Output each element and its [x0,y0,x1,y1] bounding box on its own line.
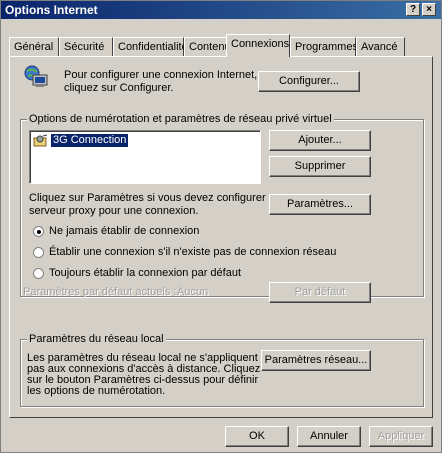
tab-programs[interactable]: Programmes [290,37,358,56]
radio-always-connect[interactable] [33,268,44,279]
radio-never-label[interactable]: Ne jamais établir de connexion [49,225,199,238]
radio-when-none-label[interactable]: Établir une connexion s'il n'existe pas … [49,246,336,259]
configure-button[interactable]: Configurer... [258,71,360,92]
setup-text-line2: cliquez sur Configurer. [64,82,174,94]
current-default-label: Paramètres par défaut actuels : [23,286,177,298]
connection-wizard-icon [24,65,50,89]
radio-always-label[interactable]: Toujours établir la connexion par défaut [49,267,241,280]
tab-privacy[interactable]: Confidentialité [113,37,188,56]
tab-connections[interactable]: Connexions [226,34,290,57]
dialup-group: Options de numérotation et paramètres de… [20,113,424,303]
lan-group-label: Paramètres du réseau local [27,333,166,345]
tab-advanced[interactable]: Avancé [356,37,405,56]
lan-text-line4: les options de numérotation. [27,385,166,397]
lan-group: Paramètres du réseau local Les paramètre… [20,333,424,407]
radio-connect-when-no-network[interactable] [33,247,44,258]
lan-settings-button[interactable]: Paramètres réseau... [261,350,371,371]
dialup-connection-icon [33,134,49,147]
remove-button[interactable]: Supprimer [269,156,371,177]
proxy-text-line2: serveur proxy pour une connexion. [29,205,199,217]
set-default-button[interactable]: Par défaut [269,282,371,303]
tab-content[interactable]: Contenu [184,37,231,56]
current-default-value: Aucun [177,286,209,298]
setup-text-line1: Pour configurer une connexion Internet, [64,69,258,81]
settings-button[interactable]: Paramètres... [269,194,371,215]
window-title: Options Internet [5,3,98,17]
title-bar[interactable]: Options Internet ? × [1,1,441,19]
add-button[interactable]: Ajouter... [269,130,371,151]
ok-button[interactable]: OK [225,426,289,447]
radio-never-connect[interactable] [33,226,44,237]
apply-button[interactable]: Appliquer [369,426,433,447]
internet-options-dialog: Options Internet ? × Général Sécurité Co… [0,0,442,453]
proxy-text-line1: Cliquez sur Paramètres si vous devez con… [29,192,281,204]
connection-name: 3G Connection [51,134,129,147]
close-button[interactable]: × [422,3,436,16]
tab-general[interactable]: Général [9,37,59,56]
help-button[interactable]: ? [406,3,420,16]
radio-selected-dot [37,230,41,234]
connections-list[interactable]: 3G Connection [29,130,261,184]
tab-security[interactable]: Sécurité [59,37,113,56]
connections-panel: Pour configurer une connexion Internet, … [9,56,433,418]
cancel-button[interactable]: Annuler [297,426,361,447]
dialup-group-label: Options de numérotation et paramètres de… [27,113,334,125]
